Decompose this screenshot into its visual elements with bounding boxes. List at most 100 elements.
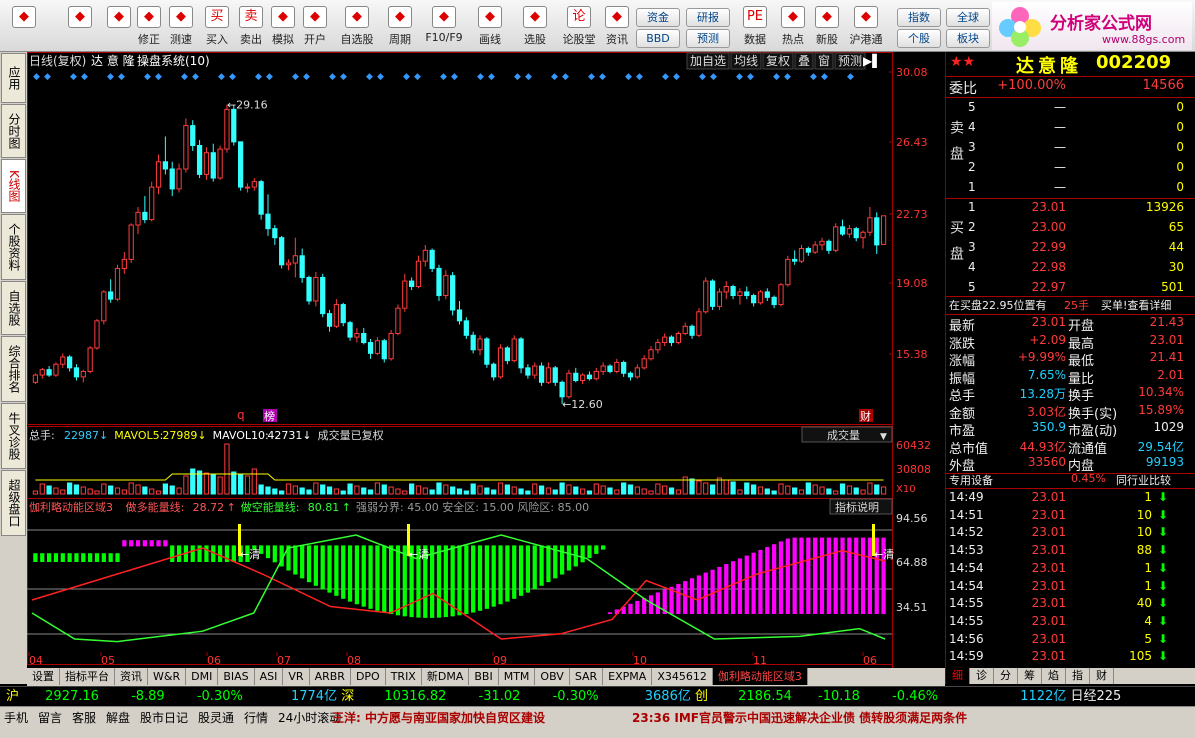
toolbar-clock-dropdown-button[interactable]: ◆ 周期	[382, 4, 418, 50]
candle-body	[121, 258, 127, 269]
status-item[interactable]: 客服	[72, 710, 96, 727]
indicator-histogram-bar	[696, 575, 702, 614]
indicator-tab[interactable]: VR	[283, 668, 310, 685]
indicator-tab[interactable]: OBV	[535, 668, 570, 685]
left-tab[interactable]: K线图	[1, 159, 26, 213]
news-ticker-2[interactable]: 23:36 IMF官员警示中国迅速解决企业债 债转股须满足两条件	[632, 710, 967, 727]
indicator-histogram-bar	[778, 541, 784, 614]
toolbar-back-arrow-button[interactable]: ◆	[62, 4, 98, 50]
indicator-tab[interactable]: ASI	[255, 668, 284, 685]
stat-value: 3.03亿	[1027, 404, 1066, 419]
toolbar-small-button[interactable]: 板块	[946, 29, 990, 48]
indicator-tab[interactable]: BBI	[469, 668, 499, 685]
quote-tab[interactable]: 财	[1090, 668, 1114, 684]
menu-arrow-icon[interactable]: ▶▌	[863, 53, 881, 68]
indicator-tab[interactable]: 指标平台	[60, 668, 115, 685]
indicator-tab[interactable]: EXPMA	[603, 668, 653, 685]
left-tab[interactable]: 应用	[1, 53, 26, 103]
toolbar-clock-button[interactable]: ◆ 测速	[166, 4, 196, 50]
quote-tab[interactable]: 焰	[1042, 668, 1066, 684]
toolbar-lock-button[interactable]: ◆ 开户	[300, 4, 330, 50]
status-item[interactable]: 留言	[38, 710, 62, 727]
status-item[interactable]: 股灵通	[198, 710, 234, 727]
toolbar-sun-button[interactable]: ◆ 修正	[134, 4, 164, 50]
candle-body	[463, 320, 469, 336]
toolbar-talk-button[interactable]: 论论股堂	[558, 4, 600, 50]
left-tab[interactable]: 自选股	[1, 281, 26, 335]
status-item[interactable]: 手机	[4, 710, 28, 727]
toolbar-doc-button[interactable]: ◆ 新股	[812, 4, 842, 50]
left-tab[interactable]: 超级盘口	[1, 470, 26, 536]
candle-body	[320, 276, 326, 315]
pe-icon: PE	[743, 6, 767, 28]
toolbar-small-button[interactable]: 指数	[897, 8, 941, 27]
toolbar-chart-button[interactable]: ◆ F10/F9	[424, 4, 464, 50]
indicator-tab[interactable]: 伽利略动能区域3	[712, 668, 808, 685]
candle-body	[750, 295, 757, 304]
quote-tab[interactable]: 筹	[1018, 668, 1042, 684]
toolbar-star-folder-button[interactable]: ◆ 自选股	[336, 4, 378, 50]
volume-bar	[880, 486, 887, 495]
candle-body	[388, 332, 394, 360]
inbuy-detail-link[interactable]: 买单!查看详细	[1101, 297, 1171, 313]
toolbar-up-down-arrow-button[interactable]: ◆	[106, 4, 132, 50]
toolbar-hk-button[interactable]: ◆ 沪港通	[846, 4, 886, 50]
toolbar-windows-button[interactable]: ◆	[4, 4, 44, 50]
toolbar-pe-button[interactable]: PE 数据	[738, 4, 772, 50]
indicator-tab[interactable]: 新DMA	[422, 668, 470, 685]
indicator-tab[interactable]: X345612	[652, 668, 713, 685]
toolbar-pen-button[interactable]: ◆ 画线	[470, 4, 510, 50]
quote-tab[interactable]: 指	[1066, 668, 1090, 684]
left-tab[interactable]: 分时图	[1, 104, 26, 158]
status-item[interactable]: 行情	[244, 710, 268, 727]
indicator-tab[interactable]: TRIX	[386, 668, 422, 685]
volume-bar	[860, 489, 866, 495]
indicator-histogram-bar	[676, 583, 681, 614]
kline-chart[interactable]: 日线(复权) 达 意 隆操盘系统(10) 加自选 均线 复权叠窗预测 ▶▌ ◆ ◆ ◆ ◆ ◆ ◆ ◆ ◆…	[27, 52, 945, 668]
left-tab[interactable]: 个股资料	[1, 214, 26, 280]
stat-label: 涨幅	[949, 354, 976, 369]
left-tab[interactable]: 牛叉诊股	[1, 403, 26, 469]
toolbar-fire-button[interactable]: ◆ 热点	[776, 4, 810, 50]
indicator-tab[interactable]: MTM	[499, 668, 536, 685]
indicator-histogram-bar	[361, 545, 366, 607]
status-item[interactable]: 股市日记	[140, 710, 188, 727]
toolbar-hammer-button[interactable]: ◆ 模拟	[268, 4, 298, 50]
quote-tab[interactable]: 分	[994, 668, 1018, 684]
toolbar-small-button[interactable]: 预测	[686, 29, 730, 48]
toolbar-news-button[interactable]: ◆ 资讯	[602, 4, 632, 50]
indicator-tab[interactable]: BIAS	[218, 668, 255, 685]
candle-body	[826, 240, 832, 251]
indicator-tab[interactable]: DMI	[186, 668, 219, 685]
indicator-tab[interactable]: 资讯	[115, 668, 148, 685]
toolbar-small-button[interactable]: 个股	[897, 29, 941, 48]
toolbar-button-label: 测速	[170, 33, 192, 46]
toolbar-small-button[interactable]: 研报	[686, 8, 730, 27]
indicator-tab[interactable]: ARBR	[310, 668, 351, 685]
indicator-tab[interactable]: SAR	[570, 668, 604, 685]
volume-bar	[73, 484, 80, 495]
candle-body	[634, 367, 640, 378]
indicator-tab[interactable]: W&R	[148, 668, 187, 685]
toolbar-select-button[interactable]: ◆ 选股	[514, 4, 556, 50]
news-ticker-1[interactable]: 王洋: 中方愿与南亚国家加快自贸区建设	[332, 710, 545, 727]
toolbar-buy-button[interactable]: 买买入	[202, 4, 232, 50]
toolbar-small-button[interactable]: 全球	[946, 8, 990, 27]
indicator-tab[interactable]: 设置	[27, 668, 60, 685]
quote-tab[interactable]: 细	[946, 668, 970, 684]
status-item[interactable]: 解盘	[106, 710, 130, 727]
toolbar-small-button[interactable]: BBD	[636, 29, 680, 48]
indicator-tab[interactable]: DPO	[351, 668, 386, 685]
indicator-histogram-bar	[300, 545, 305, 579]
back-arrow-icon: ◆	[68, 6, 92, 28]
stat-value: 2.01	[1157, 367, 1184, 382]
quote-tab[interactable]: 诊	[970, 668, 994, 684]
left-tab[interactable]: 综合排名	[1, 336, 26, 402]
toolbar-sell-button[interactable]: 卖卖出	[236, 4, 266, 50]
buy-level: 4	[968, 260, 976, 274]
toolbar-small-button[interactable]: 资金	[636, 8, 680, 27]
tick-price: 23.01	[1031, 631, 1066, 646]
peer-compare-link[interactable]: 同行业比较	[1116, 472, 1171, 488]
candle-body	[798, 248, 805, 262]
indicator-histogram-bar	[601, 545, 606, 550]
